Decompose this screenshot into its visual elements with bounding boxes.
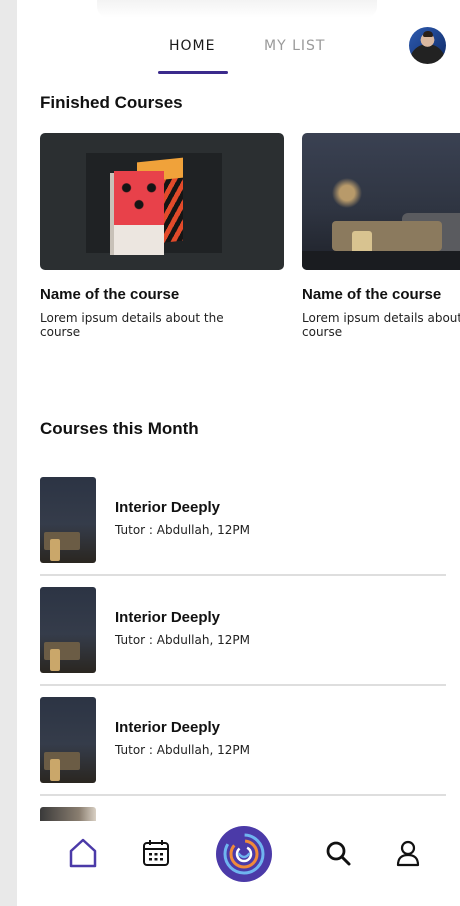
tab-my-list[interactable]: MY LIST (264, 38, 325, 54)
list-item[interactable]: Interior Deeply Tutor : Abdullah, 12PM (40, 697, 446, 797)
search-icon[interactable] (322, 837, 354, 869)
list-item-subtitle: Tutor : Abdullah, 12PM (115, 743, 250, 757)
app-screen: HOME MY LIST Finished Courses Name of th… (17, 0, 460, 906)
divider (40, 574, 446, 576)
bottom-nav (17, 821, 460, 906)
status-bar (97, 0, 377, 18)
divider (40, 794, 446, 796)
books-image (40, 133, 284, 270)
avatar[interactable] (409, 27, 446, 64)
list-item[interactable]: Interior Deeply Tutor : Abdullah, 12PM (40, 587, 446, 687)
course-thumbnail (40, 697, 96, 783)
calendar-icon[interactable] (140, 837, 172, 869)
course-thumbnail (40, 587, 96, 673)
list-item-subtitle: Tutor : Abdullah, 12PM (115, 523, 250, 537)
list-item-title: Interior Deeply (115, 499, 221, 516)
section-title-month: Courses this Month (40, 419, 199, 438)
interior-image (302, 133, 460, 270)
course-card-desc: Lorem ipsum details about the course (40, 311, 224, 339)
course-card[interactable]: Name of the course Lorem ipsum details a… (40, 133, 284, 339)
home-icon[interactable] (67, 837, 99, 869)
section-title-finished: Finished Courses (40, 93, 183, 112)
center-logo-icon (223, 833, 265, 875)
course-thumbnail-partial (40, 807, 96, 821)
list-item-subtitle: Tutor : Abdullah, 12PM (115, 633, 250, 647)
list-item[interactable]: Interior Deeply Tutor : Abdullah, 12PM (40, 477, 446, 577)
profile-icon[interactable] (392, 837, 424, 869)
course-card[interactable]: Name of the course Lorem ipsum details a… (302, 133, 460, 339)
divider (40, 684, 446, 686)
course-thumbnail (40, 477, 96, 563)
center-logo-button[interactable] (216, 826, 272, 882)
course-card-title: Name of the course (302, 286, 442, 303)
list-item-title: Interior Deeply (115, 719, 221, 736)
list-item-title: Interior Deeply (115, 609, 221, 626)
active-tab-indicator (158, 71, 228, 74)
course-card-desc: Lorem ipsum details about the course (302, 311, 460, 339)
top-tabs: HOME MY LIST (17, 38, 460, 78)
tab-home[interactable]: HOME (169, 38, 215, 54)
course-card-title: Name of the course (40, 286, 180, 303)
